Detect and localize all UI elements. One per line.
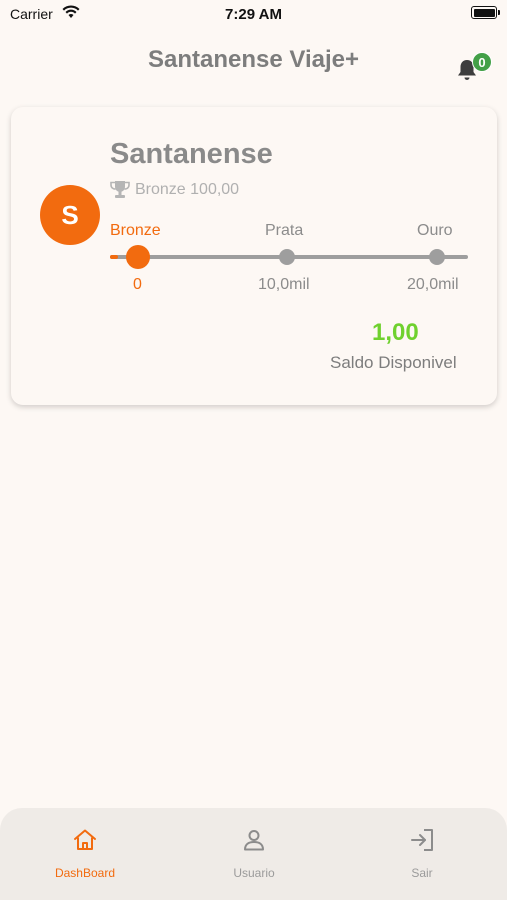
nav-label-sair: Sair (411, 866, 433, 880)
trophy-icon (110, 181, 130, 198)
level-value-ouro: 20,0mil (407, 276, 459, 293)
loyalty-card: S Santanense Bronze 100,00 Bronze Prata … (11, 107, 497, 405)
nav-item-dashboard[interactable]: DashBoard (35, 828, 135, 880)
status-time: 7:29 AM (225, 6, 282, 23)
level-label-ouro: Ouro (417, 222, 453, 239)
level-label-bronze: Bronze (110, 222, 161, 239)
nav-item-usuario[interactable]: Usuario (204, 828, 304, 880)
nav-item-sair[interactable]: Sair (372, 828, 472, 880)
battery-icon (471, 6, 500, 19)
level-progress-thumb (126, 245, 150, 269)
level-label-prata: Prata (265, 222, 304, 239)
bottom-nav: DashBoard Usuario Sair (0, 808, 507, 900)
user-icon (244, 830, 264, 851)
tier-row: Bronze 100,00 (109, 180, 239, 200)
level-value-bronze: 0 (133, 276, 142, 293)
balance-value: 1,00 (372, 319, 419, 346)
level-marker-prata (279, 249, 295, 265)
balance-label: Saldo Disponivel (330, 353, 457, 372)
level-marker-ouro (429, 249, 445, 265)
profile-name: Santanense (110, 138, 273, 170)
nav-label-usuario: Usuario (233, 866, 275, 880)
avatar: S (40, 185, 100, 245)
page-title: Santanense Viaje+ (147, 46, 359, 73)
nav-label-dashboard: DashBoard (54, 866, 116, 880)
logout-icon (411, 829, 433, 851)
tier-text: Bronze 100,00 (135, 181, 240, 198)
level-progress-fill (110, 255, 118, 259)
level-value-prata: 10,0mil (258, 276, 310, 293)
notifications-button[interactable]: 0 (456, 52, 492, 86)
status-bar: Carrier 7:29 AM (0, 0, 507, 28)
notification-count-badge: 0 (472, 52, 492, 72)
home-icon (74, 829, 96, 850)
